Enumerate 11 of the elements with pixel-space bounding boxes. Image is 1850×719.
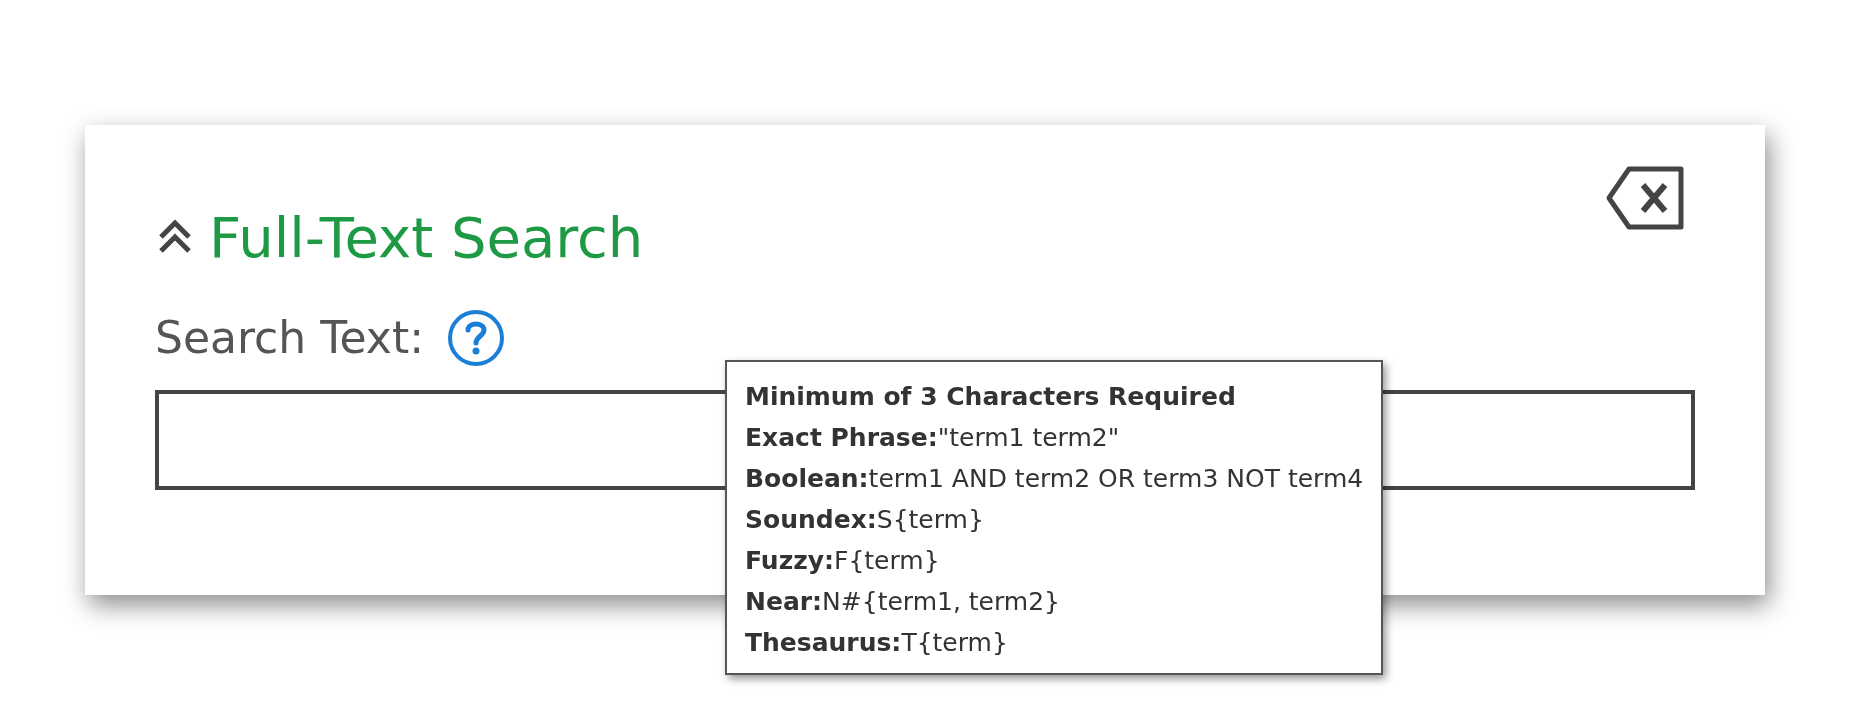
search-label: Search Text: bbox=[155, 312, 424, 363]
tooltip-line: Near:N#{term1, term2} bbox=[745, 585, 1061, 618]
tooltip-heading: Minimum of 3 Characters Required bbox=[745, 380, 1237, 413]
tooltip-line: Soundex:S{term} bbox=[745, 503, 985, 536]
panel-title: Full-Text Search bbox=[209, 204, 644, 270]
tooltip-line: Thesaurus:T{term} bbox=[745, 626, 1009, 659]
backspace-x-icon bbox=[1605, 164, 1685, 231]
tooltip-line: Boolean:term1 AND term2 OR term3 NOT term4 bbox=[745, 462, 1364, 495]
tooltip-line: Fuzzy:F{term} bbox=[745, 544, 941, 577]
tooltip-line: Exact Phrase:"term1 term2" bbox=[745, 421, 1121, 454]
question-mark-icon bbox=[464, 320, 487, 355]
